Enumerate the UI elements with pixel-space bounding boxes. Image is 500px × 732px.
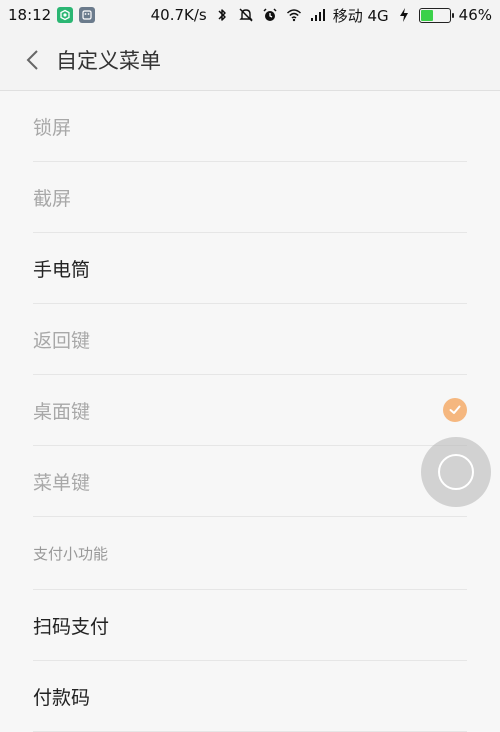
charging-icon	[395, 7, 413, 23]
app-green-icon	[57, 7, 74, 23]
menu-item-flashlight[interactable]: 手电筒	[33, 233, 467, 304]
menu-list: 锁屏 截屏 手电筒 返回键 桌面键 菜单键 支付小功能 扫码支付 付款码	[0, 91, 500, 732]
menu-item-lock-screen[interactable]: 锁屏	[33, 91, 467, 162]
section-header-payment: 支付小功能	[33, 517, 467, 590]
chevron-left-icon	[26, 50, 38, 70]
bluetooth-icon	[213, 7, 231, 23]
battery-percent: 46%	[458, 6, 492, 24]
menu-item-menu-key[interactable]: 菜单键	[33, 446, 467, 517]
app-gray-icon	[79, 7, 96, 23]
menu-item-label: 扫码支付	[33, 615, 110, 638]
battery-icon	[418, 7, 454, 23]
carrier-label: 移动 4G	[332, 6, 389, 25]
page-title: 自定义菜单	[56, 49, 161, 73]
menu-item-scan-pay[interactable]: 扫码支付	[33, 590, 467, 661]
menu-item-home-key[interactable]: 桌面键	[33, 375, 467, 446]
alarm-icon	[261, 7, 279, 23]
status-time: 18:12	[8, 6, 52, 24]
status-bar: 18:12 40.7K/s 移动 4G 46%	[0, 0, 500, 30]
menu-item-label: 锁屏	[33, 116, 72, 139]
title-bar: 自定义菜单	[0, 30, 500, 91]
menu-item-label: 桌面键	[33, 400, 91, 423]
wifi-icon	[285, 7, 303, 23]
menu-item-screenshot[interactable]: 截屏	[33, 162, 467, 233]
menu-item-label: 付款码	[33, 686, 91, 709]
network-speed: 40.7K/s	[150, 6, 207, 24]
check-icon[interactable]	[443, 398, 467, 422]
back-button[interactable]	[8, 30, 58, 90]
menu-item-payment-code[interactable]: 付款码	[33, 661, 467, 732]
signal-icon	[309, 7, 327, 23]
menu-item-back-key[interactable]: 返回键	[33, 304, 467, 375]
floating-ball-ring-icon	[438, 454, 474, 490]
menu-item-label: 手电筒	[33, 258, 91, 281]
menu-item-label: 返回键	[33, 329, 91, 352]
menu-item-label: 菜单键	[33, 471, 91, 494]
battery-level-fill	[420, 9, 433, 21]
mute-icon	[237, 7, 255, 23]
menu-item-label: 截屏	[33, 187, 72, 210]
floating-assistive-button[interactable]	[421, 437, 491, 507]
section-title: 支付小功能	[33, 544, 109, 563]
